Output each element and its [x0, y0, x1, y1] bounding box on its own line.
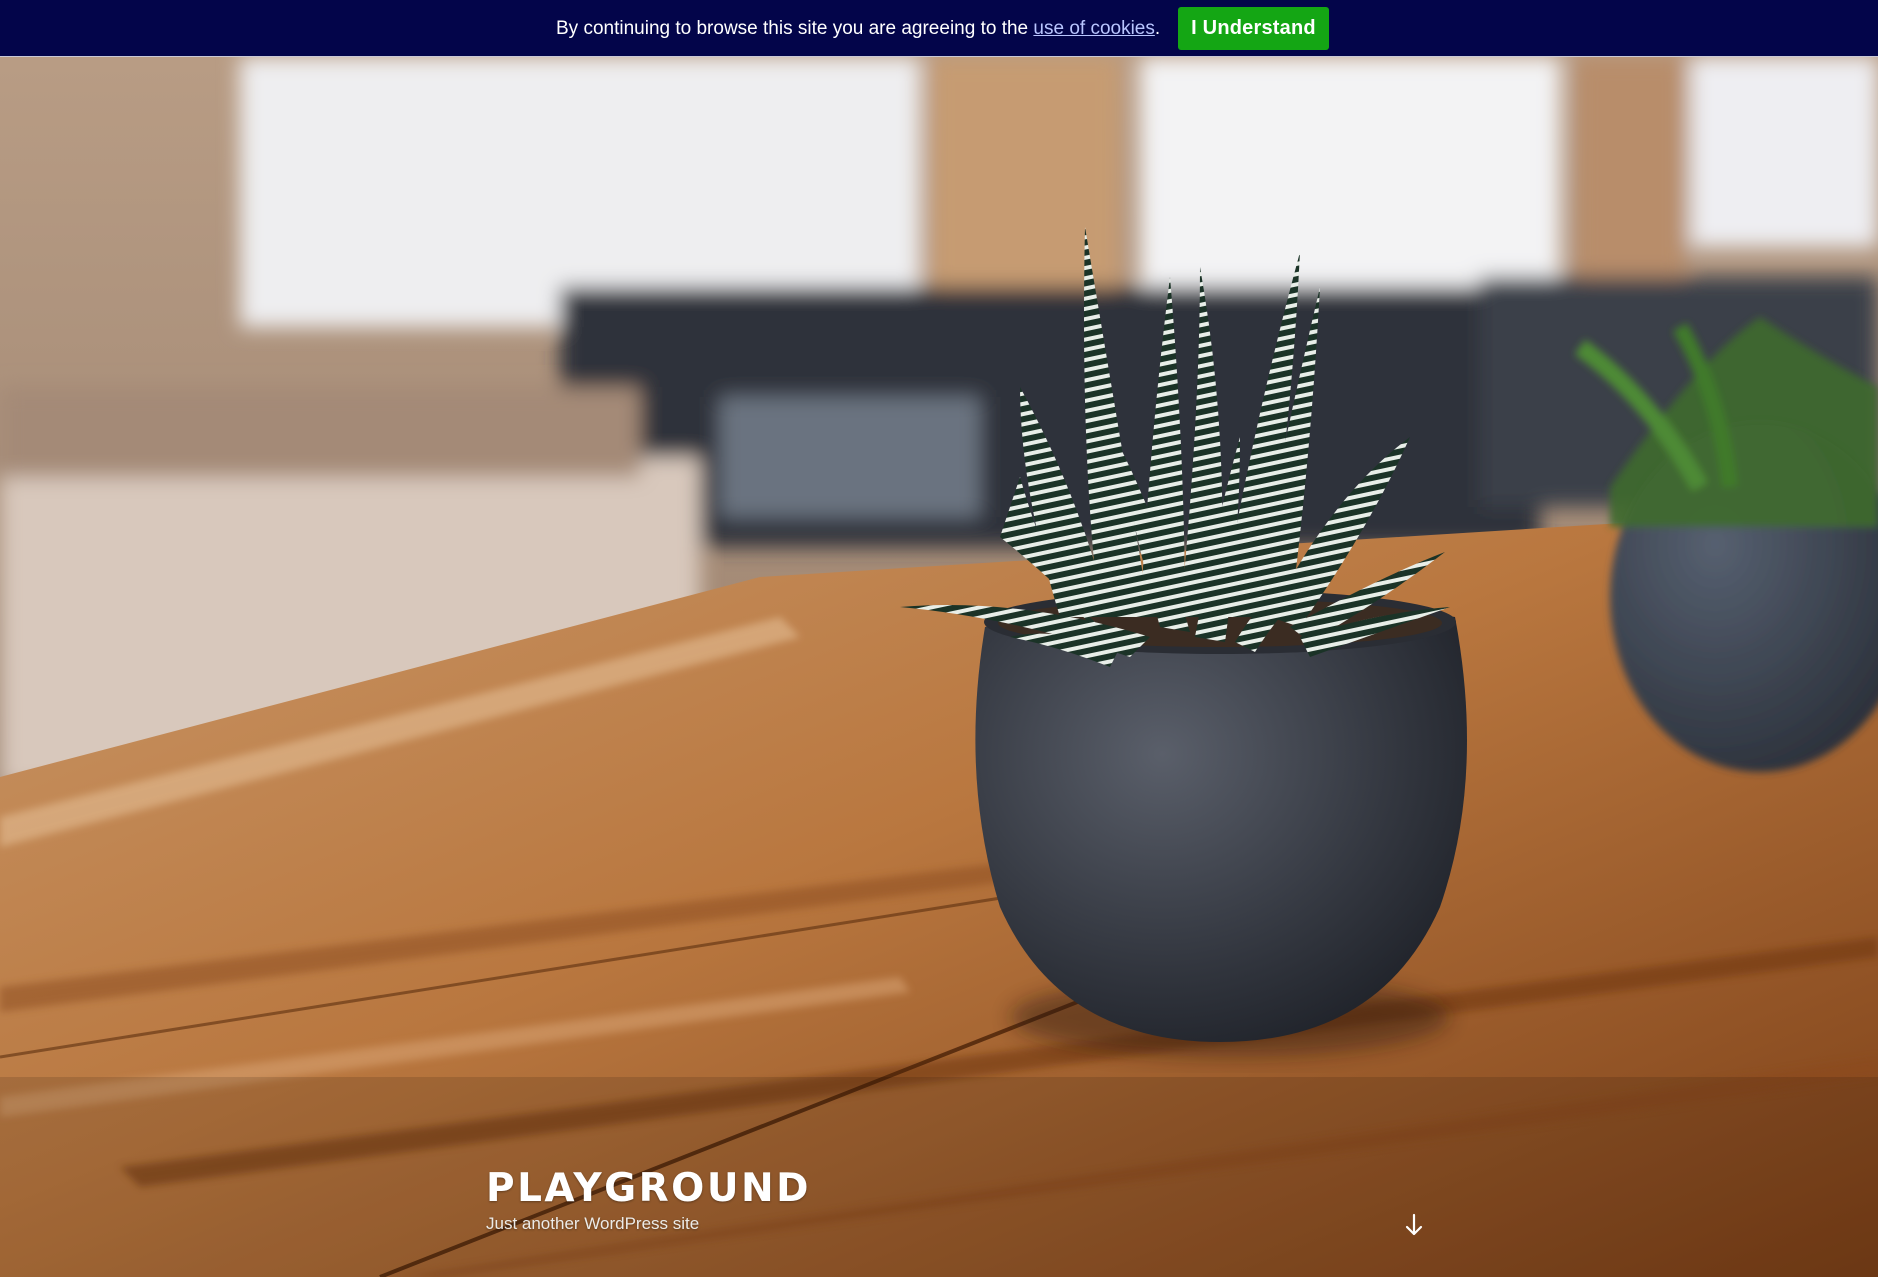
cookie-policy-link[interactable]: use of cookies	[1033, 18, 1154, 39]
cookie-consent-content: By continuing to browse this site you ar…	[556, 0, 1329, 57]
cookie-consent-bar: By continuing to browse this site you ar…	[0, 0, 1878, 57]
hero-header: PLAYGROUND Just another WordPress site	[0, 57, 1878, 1277]
cookie-message-suffix: .	[1154, 17, 1161, 39]
site-description: Just another WordPress site	[486, 1214, 700, 1233]
hero-photo	[0, 57, 1878, 1277]
cookie-message-text: By continuing to browse this site you ar…	[556, 17, 1034, 39]
cookie-message: By continuing to browse this site you ar…	[556, 18, 1160, 40]
arrow-down-icon[interactable]	[1403, 1212, 1425, 1238]
site-title[interactable]: PLAYGROUND	[486, 1167, 811, 1211]
accept-cookies-button[interactable]: I Understand	[1178, 7, 1329, 50]
site-branding: PLAYGROUND Just another WordPress site	[486, 1167, 811, 1234]
